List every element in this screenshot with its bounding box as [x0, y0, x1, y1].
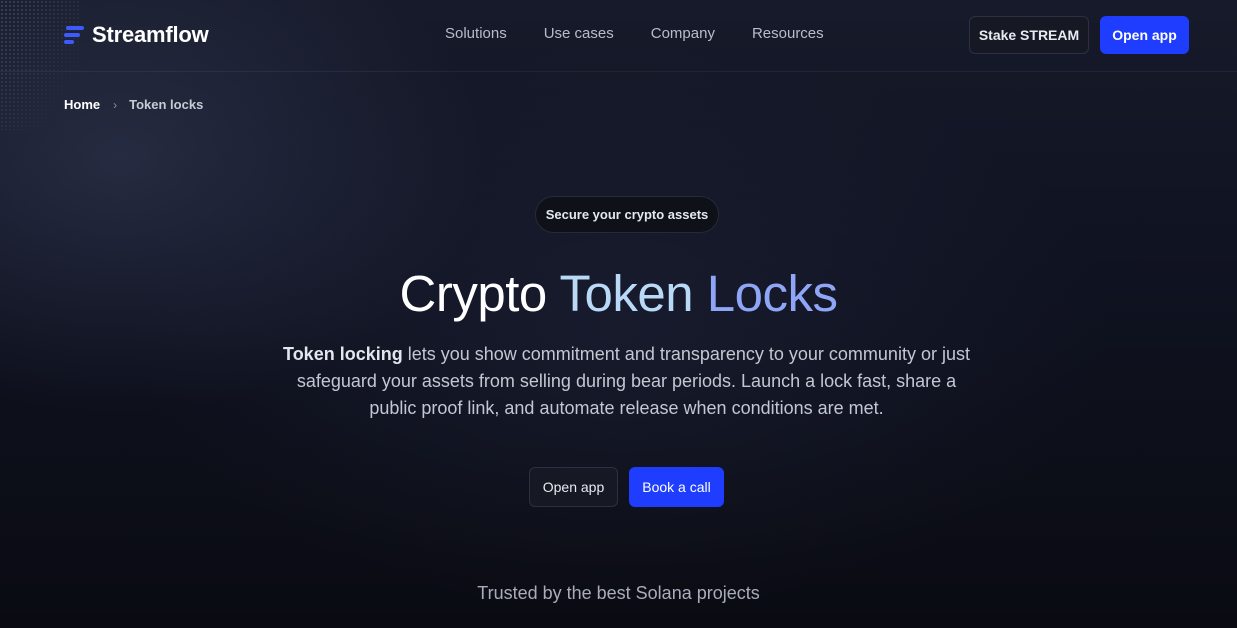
hero-tagline-badge: Secure your crypto assets: [535, 196, 719, 233]
chevron-right-icon: ›: [113, 98, 118, 112]
hero-description: Token locking lets you show commitment a…: [280, 341, 973, 422]
logo-link[interactable]: Streamflow: [64, 20, 209, 50]
title-word-crypto: Crypto: [399, 265, 548, 322]
site-header: Streamflow Solutions Use cases Company R…: [0, 0, 1237, 72]
breadcrumb: Home › Token locks: [64, 96, 203, 114]
breadcrumb-current: Token locks: [129, 97, 204, 112]
breadcrumb-home[interactable]: Home: [64, 96, 100, 114]
main-nav: Solutions Use cases Company Resources: [445, 24, 861, 44]
open-app-hero-button[interactable]: Open app: [529, 467, 618, 507]
page-title: Crypto Token Locks: [0, 262, 1237, 326]
title-word-locks: Locks: [706, 265, 838, 322]
page: Streamflow Solutions Use cases Company R…: [0, 0, 1237, 628]
trusted-by-heading: Trusted by the best Solana projects: [477, 583, 760, 603]
nav-solutions[interactable]: Solutions: [445, 24, 507, 44]
nav-use-cases[interactable]: Use cases: [544, 24, 614, 44]
hero-description-bold: Token locking: [283, 344, 403, 364]
streamflow-logo-icon: [64, 26, 84, 44]
open-app-header-button[interactable]: Open app: [1100, 16, 1189, 54]
stake-stream-button[interactable]: Stake STREAM: [969, 16, 1089, 54]
book-call-button[interactable]: Book a call: [629, 467, 724, 507]
nav-company[interactable]: Company: [651, 24, 715, 44]
nav-resources[interactable]: Resources: [752, 24, 824, 44]
title-word-token: Token: [559, 265, 694, 322]
logo-text: Streamflow: [92, 22, 209, 47]
